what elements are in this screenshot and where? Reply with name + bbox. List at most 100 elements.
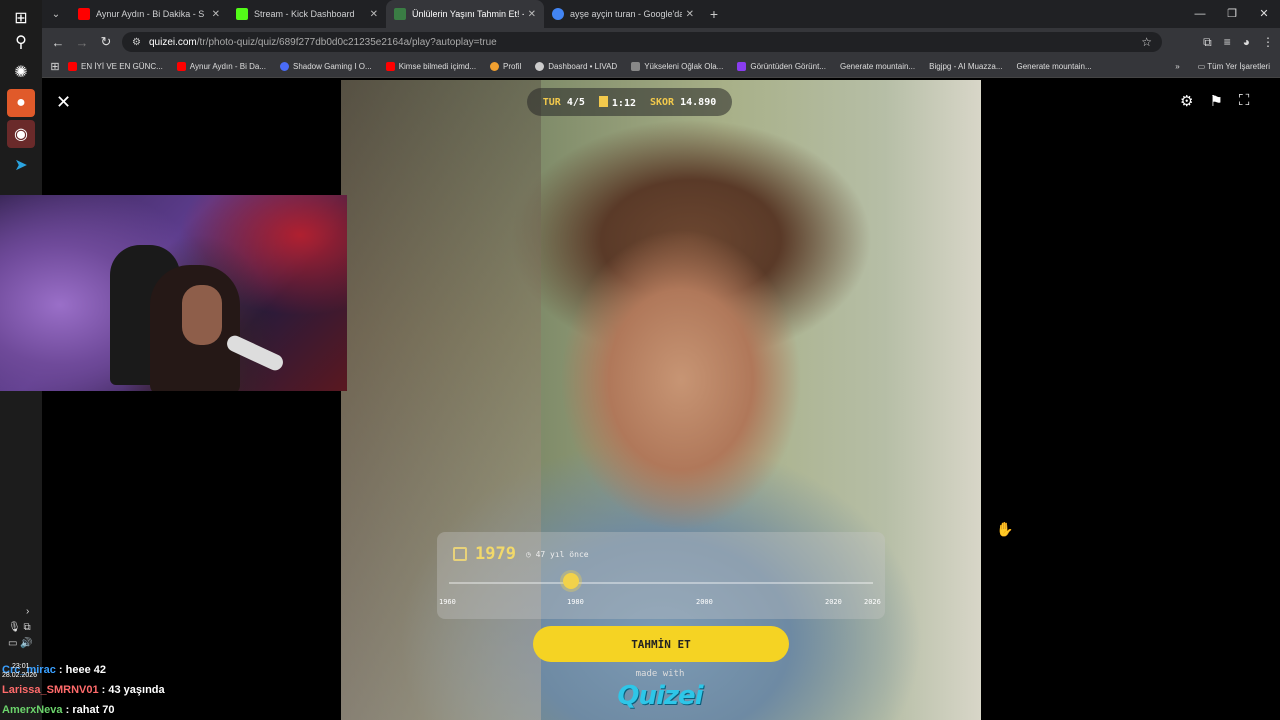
fullscreen-icon[interactable]: ⛶ <box>1239 92 1250 110</box>
bookmark-label: Yükseleni Oğlak Ola... <box>644 62 724 71</box>
close-quiz-icon[interactable]: ✕ <box>56 92 71 113</box>
timer-icon <box>598 95 608 107</box>
tick-label: 2000 <box>696 598 713 606</box>
bookmark-item[interactable]: Dashboard • LIVAD <box>535 62 617 71</box>
celebrity-photo <box>341 80 981 720</box>
address-bar[interactable]: ⚙ quizei.com/tr/photo-quiz/quiz/689f277d… <box>122 32 1162 52</box>
tick-label: 2026 <box>864 598 881 606</box>
bookmark-item[interactable]: Generate mountain... <box>1017 62 1092 71</box>
bookmark-star-icon[interactable]: ☆ <box>1141 35 1152 49</box>
youtube-icon <box>78 8 90 20</box>
years-ago: ◷ 47 yıl önce <box>525 549 589 559</box>
chat-username: AmerxNeva <box>2 704 63 716</box>
bookmarks-bar: ⊞ EN İYİ VE EN GÜNC... Aynur Aydın - Bi … <box>42 56 1280 78</box>
screen-volume-icons[interactable]: ▭ 🔊 <box>8 636 33 652</box>
quizei-icon <box>394 8 406 20</box>
bookmark-item[interactable]: Shadow Gaming I O... <box>279 62 372 71</box>
tick-label: 1980 <box>567 598 584 606</box>
chatgpt-icon[interactable]: ✺ <box>7 58 35 86</box>
search-icon[interactable]: ⚲ <box>7 28 35 56</box>
close-tab-icon[interactable]: ✕ <box>686 9 694 20</box>
bookmark-icon <box>737 62 747 71</box>
close-window-icon[interactable]: ✕ <box>1248 0 1280 28</box>
bookmark-label: Profil <box>503 62 522 71</box>
bookmark-icon <box>176 62 186 71</box>
bookmark-item[interactable]: EN İYİ VE EN GÜNC... <box>68 62 163 71</box>
tab-search-chevron-icon[interactable]: ⌄ <box>42 9 70 20</box>
chevron-right-icon[interactable]: › <box>8 604 33 620</box>
new-tab-button[interactable]: + <box>702 6 726 22</box>
bookmark-item[interactable]: Bigjpg - AI Muazza... <box>929 62 1002 71</box>
tab-0[interactable]: Aynur Aydın - Bi Dakika - S ✕ <box>70 0 228 28</box>
close-tab-icon[interactable]: ✕ <box>212 9 220 20</box>
all-bookmarks-folder[interactable]: ▭ Tüm Yer İşaretleri <box>1198 62 1270 71</box>
bookmark-item[interactable]: Aynur Aydın - Bi Da... <box>176 62 266 71</box>
bookmark-label: EN İYİ VE EN GÜNC... <box>81 62 163 71</box>
tab-3[interactable]: ayşe ayçin turan - Google'da A ✕ <box>544 0 702 28</box>
quiz-status-bar: TUR 4/5 1:12 SKOR 14.890 <box>527 88 732 116</box>
hand-cursor-icon: ✋ <box>996 521 1014 537</box>
timer-value: 1:12 <box>611 97 636 109</box>
bookmark-label: Aynur Aydın - Bi Da... <box>189 62 266 71</box>
bookmark-item[interactable]: Yükseleni Oğlak Ola... <box>631 62 723 71</box>
chat-message: Larissa_SMRNV01 : 43 yaşında <box>2 680 165 700</box>
restore-icon[interactable]: ❐ <box>1216 0 1248 28</box>
minimize-icon[interactable]: — <box>1184 0 1216 28</box>
app-icon-orange[interactable]: ● <box>7 89 35 117</box>
quizei-logo[interactable]: Quizei <box>600 681 720 711</box>
google-icon <box>552 8 564 20</box>
guess-button[interactable]: TAHMİN ET <box>533 626 789 662</box>
bookmark-label: Bigjpg - AI Muazza... <box>929 62 1003 71</box>
mic-camera-icons[interactable]: 🎙 ⧉ <box>8 620 33 636</box>
extensions-icon[interactable]: ⧉ <box>1203 35 1212 50</box>
score-label: SKOR <box>650 96 675 108</box>
chat-text: : heee 42 <box>58 664 106 676</box>
bookmark-icon <box>385 62 395 71</box>
bookmark-item[interactable]: Kimse bilmedi içimd... <box>385 62 476 71</box>
bookmark-item[interactable]: Generate mountain... <box>840 62 915 71</box>
bookmark-label: Generate mountain... <box>1016 62 1092 71</box>
tab-title: Stream - Kick Dashboard <box>254 9 355 19</box>
year-slider-handle[interactable] <box>563 573 579 589</box>
forward-icon[interactable]: → <box>70 35 94 50</box>
bookmark-item[interactable]: Görüntüden Görünt... <box>737 62 826 71</box>
year-slider-track[interactable] <box>449 582 873 584</box>
telegram-icon[interactable]: ➤ <box>7 151 35 179</box>
kick-icon <box>236 8 248 20</box>
bookmark-icon <box>631 62 641 71</box>
all-bookmarks-label: Tüm Yer İşaretleri <box>1207 62 1270 71</box>
site-info-icon[interactable]: ⚙ <box>132 37 141 48</box>
settings-gear-icon[interactable]: ⚙ <box>1180 92 1193 110</box>
tick-label: 1960 <box>439 598 456 606</box>
score-indicator: SKOR 14.890 <box>650 97 716 108</box>
streamer-webcam <box>0 195 347 391</box>
round-indicator: TUR 4/5 <box>543 97 585 108</box>
year-slider-panel: 1979 ◷ 47 yıl önce 1960 1980 2000 2020 2… <box>437 532 885 619</box>
back-icon[interactable]: ← <box>46 35 70 50</box>
menu-kebab-icon[interactable]: ⋮ <box>1262 35 1274 49</box>
close-tab-icon[interactable]: ✕ <box>528 9 536 20</box>
timer: 1:12 <box>598 95 636 109</box>
bookmark-label: Görüntüden Görünt... <box>750 62 826 71</box>
url-host: quizei.com <box>148 36 197 48</box>
profile-avatar[interactable]: ◕ <box>1243 35 1250 49</box>
media-control-icon[interactable]: ≡ <box>1224 35 1231 49</box>
made-with-text: made with <box>635 669 685 679</box>
report-flag-icon[interactable]: ⚑ <box>1209 92 1222 110</box>
bookmarks-right: » ▭ Tüm Yer İşaretleri <box>1175 62 1270 71</box>
quiz-top-controls: ⚙ ⚑ ⛶ <box>1180 92 1249 110</box>
system-clock: 23:01 28.02.2026 <box>2 662 37 680</box>
reload-icon[interactable]: ↻ <box>94 34 118 50</box>
apps-grid-icon[interactable]: ⊞ <box>42 60 68 73</box>
tab-2-active[interactable]: Ünlülerin Yaşını Tahmin Et! - Q ✕ <box>386 0 544 28</box>
bookmark-item[interactable]: Profil <box>490 62 521 71</box>
chrome-icon[interactable]: ◉ <box>7 120 35 148</box>
tab-1[interactable]: Stream - Kick Dashboard ✕ <box>228 0 386 28</box>
round-value: 4/5 <box>566 96 585 108</box>
url-path: /tr/photo-quiz/quiz/689f277db0d0c21235e2… <box>196 36 497 48</box>
more-bookmarks-icon[interactable]: » <box>1175 62 1179 71</box>
toolbar: ← → ↻ ⚙ quizei.com/tr/photo-quiz/quiz/68… <box>42 28 1280 56</box>
bookmark-label: Shadow Gaming I O... <box>292 62 372 71</box>
close-tab-icon[interactable]: ✕ <box>370 9 378 20</box>
bookmark-icon <box>279 62 289 71</box>
